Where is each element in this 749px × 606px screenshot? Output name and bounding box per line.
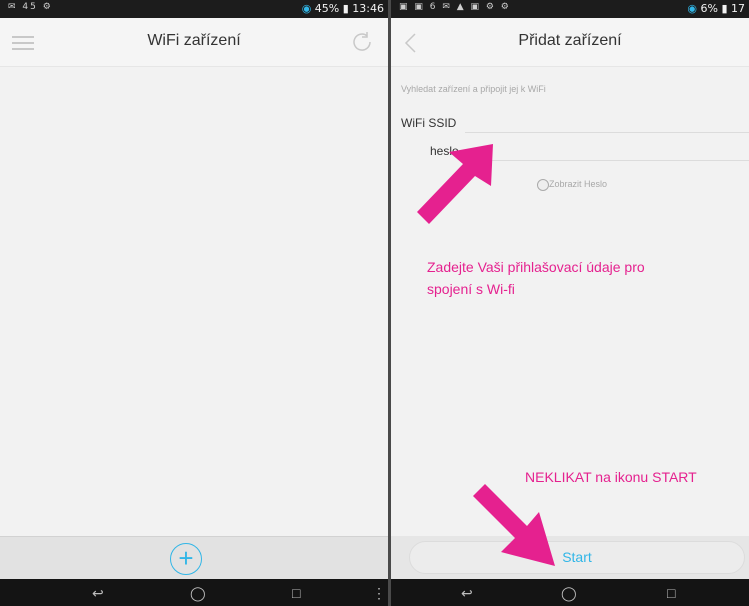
home-nav-icon[interactable]: ◯ <box>561 585 577 602</box>
status-indicators: ◉ 45% ▮ 13:46 <box>301 2 384 15</box>
show-password-label: Zobrazit Heslo <box>549 179 608 189</box>
page-title: Přidat zařízení <box>518 32 622 49</box>
system-nav-bar: ↩ ◯ □ ⋮ <box>0 579 388 606</box>
device-list <box>0 67 388 536</box>
refresh-icon[interactable] <box>350 30 374 54</box>
battery-percent: 6% <box>700 2 718 15</box>
back-nav-icon[interactable]: ↩ <box>92 585 104 602</box>
wifi-icon: ◉ <box>301 2 312 15</box>
bottom-bar: + <box>0 536 388 580</box>
ssid-input[interactable] <box>465 132 749 133</box>
show-password-radio[interactable] <box>537 179 549 191</box>
title-bar: Přidat zařízení <box>391 18 749 67</box>
annotation-arrow-up <box>417 144 493 224</box>
system-nav-bar: ↩ ◯ □ <box>391 579 749 606</box>
battery-percent: 45% <box>314 2 340 15</box>
status-bar: ▣ ▣ 6 ✉ ▲ ▣ ⚙ ⚙ ◉ 6% ▮ 17 <box>391 0 749 18</box>
recent-apps-icon[interactable]: □ <box>667 585 675 601</box>
title-bar: WiFi zařízení <box>0 18 388 67</box>
home-nav-icon[interactable]: ◯ <box>190 585 206 602</box>
recent-apps-icon[interactable]: □ <box>292 585 300 601</box>
status-notifications: ▣ ▣ 6 ✉ ▲ ▣ ⚙ ⚙ <box>399 2 511 12</box>
right-phone-screen: ▣ ▣ 6 ✉ ▲ ▣ ⚙ ⚙ ◉ 6% ▮ 17 Přidat zařízen… <box>391 0 749 606</box>
page-title: WiFi zařízení <box>147 32 241 49</box>
add-device-button[interactable]: + <box>170 543 202 575</box>
start-button[interactable]: Start <box>409 541 745 574</box>
status-time: 17 <box>731 2 745 15</box>
annotation-arrow-down <box>473 484 555 566</box>
back-nav-icon[interactable]: ↩ <box>461 585 473 602</box>
left-phone-screen: ✉ 45 ⚙ ◉ 45% ▮ 13:46 WiFi zařízení + ↩ ◯… <box>0 0 388 606</box>
status-time: 13:46 <box>352 2 384 15</box>
annotation-credentials-line1: Zadejte Vaši přihlašovací údaje pro <box>427 259 645 275</box>
annotation-credentials-line2: spojení s Wi-fi <box>427 281 515 297</box>
status-notifications: ✉ 45 ⚙ <box>8 2 53 12</box>
overflow-icon[interactable]: ⋮ <box>372 585 386 602</box>
password-input[interactable] <box>465 160 749 161</box>
form-hint: Vyhledat zařízení a připojit jej k WiFi <box>401 84 546 94</box>
status-indicators: ◉ 6% ▮ 17 <box>687 2 745 15</box>
ssid-label: WiFi SSID <box>401 116 457 130</box>
wifi-icon: ◉ <box>687 2 697 15</box>
status-bar: ✉ 45 ⚙ ◉ 45% ▮ 13:46 <box>0 0 388 18</box>
